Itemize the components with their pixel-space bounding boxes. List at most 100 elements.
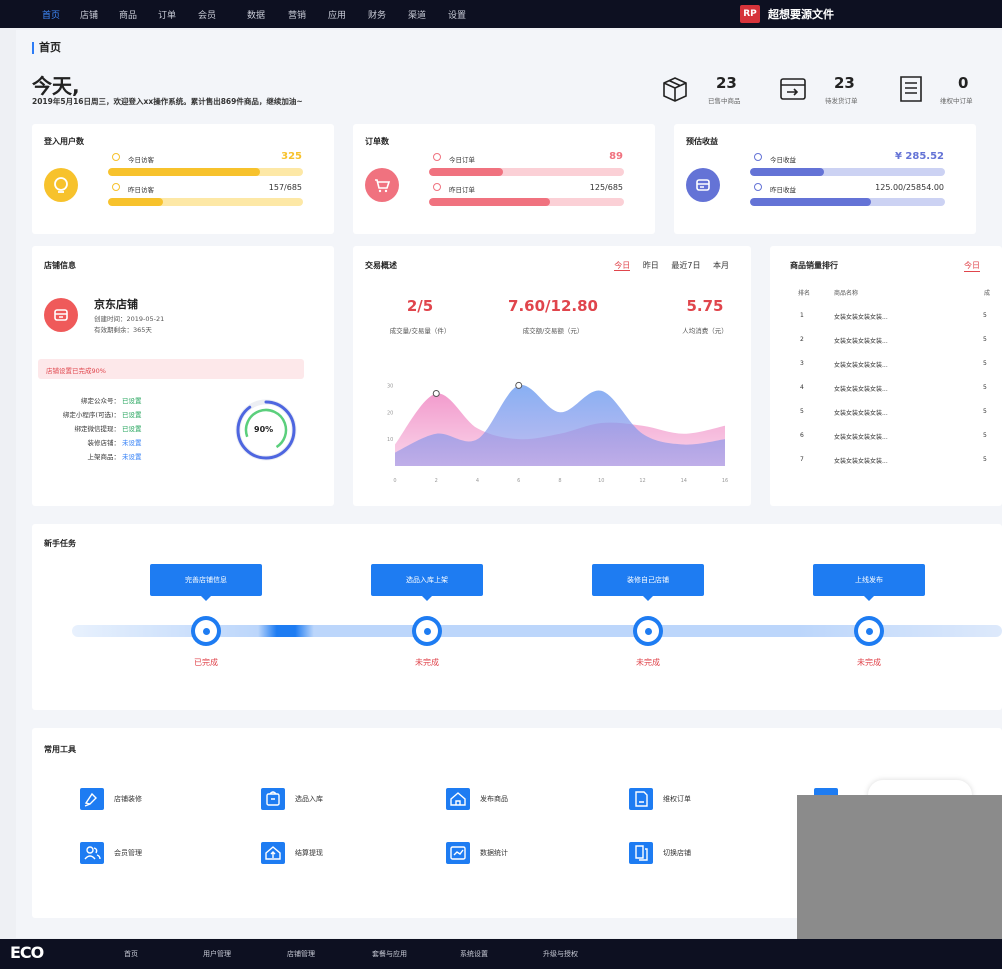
trade-tab-month[interactable]: 本月 (713, 261, 729, 270)
shop-setting-value[interactable]: 已设置 (122, 409, 142, 419)
task-node-inner (637, 620, 659, 642)
bottom-nav-users[interactable]: 用户管理 (203, 949, 231, 959)
eco-logo[interactable]: ECO (10, 943, 44, 962)
trade-tab-yesterday[interactable]: 昨日 (643, 261, 659, 270)
bottom-nav-plans[interactable]: 套餐与应用 (372, 949, 407, 959)
login-card-title: 登入用户数 (44, 137, 84, 146)
upload-house-icon (265, 846, 281, 860)
nav-home[interactable]: 首页 (42, 8, 60, 21)
tool-item[interactable]: 数据统计 (446, 842, 508, 864)
bottom-nav-home[interactable]: 首页 (124, 949, 138, 959)
task-node-inner (416, 620, 438, 642)
breadcrumb: 首页 (32, 42, 61, 54)
trade-kpi-volume: 2/5 成交量/交易量（件） (360, 297, 480, 335)
shop-card: 店铺信息 京东店铺 创建时间：2019-05-21 有效期剩余：365天 店铺设… (32, 246, 334, 506)
task-button[interactable]: 选品入库上架 (371, 564, 483, 601)
ranking-name[interactable]: 女装女装女装女装... (834, 312, 888, 321)
tool-item[interactable]: 维权订单 (629, 788, 691, 810)
task-button[interactable]: 上线发布 (813, 564, 925, 601)
ranking-rank: 2 (800, 336, 804, 343)
nav-settings[interactable]: 设置 (448, 8, 466, 21)
login-today-bar (108, 168, 303, 176)
nav-data[interactable]: 数据 (247, 8, 265, 21)
login-today-dot (112, 153, 120, 161)
task-status: 未完成 (415, 658, 439, 667)
ranking-tab-today[interactable]: 今日 (964, 260, 980, 272)
orders-card-title: 订单数 (365, 137, 389, 146)
bottom-nav-upgrade[interactable]: 升级与授权 (543, 949, 578, 959)
income-today-bar (750, 168, 945, 176)
login-card-circle (44, 168, 78, 202)
ranking-count: 5 (983, 408, 987, 415)
shop-card-title: 店铺信息 (44, 261, 76, 270)
series-peak-marker[interactable] (432, 389, 440, 397)
ranking-name[interactable]: 女装女装女装女装... (834, 336, 888, 345)
bottom-nav-system[interactable]: 系统设置 (460, 949, 488, 959)
ranking-name[interactable]: 女装女装女装女装... (834, 408, 888, 417)
tool-item[interactable]: 店铺装修 (80, 788, 142, 810)
tool-label: 发布商品 (480, 795, 508, 803)
task-status: 未完成 (857, 658, 881, 667)
kpi-value: 5.75 (686, 297, 724, 315)
kpi-label: 成交量/交易量（件） (389, 327, 451, 335)
ranking-name[interactable]: 女装女装女装女装... (834, 456, 888, 465)
ranking-count: 5 (983, 360, 987, 367)
ranking-rank: 5 (800, 408, 804, 415)
shop-setting-label: 绑定小程序(可选)： (62, 411, 120, 419)
cart-icon (375, 179, 391, 193)
orders-today-bar (429, 168, 624, 176)
tool-item[interactable]: 选品入库 (261, 788, 323, 810)
chart-box-icon (450, 846, 466, 860)
ranking-name[interactable]: 女装女装女装女装... (834, 360, 888, 369)
bottom-nav-shops[interactable]: 店铺管理 (287, 949, 315, 959)
ranking-name[interactable]: 女装女装女装女装... (834, 384, 888, 393)
shop-setting-value[interactable]: 未设置 (122, 437, 142, 447)
shop-setting-value[interactable]: 已设置 (122, 423, 142, 433)
stat-pending-label: 待发货订单 (825, 97, 858, 105)
orders-yesterday-dot (433, 183, 441, 191)
gray-overlay (797, 795, 1002, 939)
trade-area-chart: 0 2 4 6 8 10 12 14 16 30 20 10 (387, 381, 728, 484)
series-peak-marker[interactable] (515, 381, 523, 389)
task-node (191, 616, 221, 646)
brand: RP 超想要源文件 (740, 4, 834, 24)
nav-marketing[interactable]: 营销 (288, 8, 306, 21)
watermark: 闲鱼号 :撩睡要 (604, 866, 734, 887)
shop-setting-label: 绑定微信提现： (74, 425, 121, 433)
task-button[interactable]: 装修自己店铺 (592, 564, 704, 601)
nav-members[interactable]: 会员 (198, 8, 216, 21)
kpi-value: 2/5 (406, 297, 434, 315)
tool-icon-box (261, 788, 285, 810)
x-tick-label: 12 (639, 478, 645, 484)
x-tick-label: 16 (722, 478, 728, 484)
login-yesterday-fill (108, 198, 163, 206)
trade-tab-7days[interactable]: 最近7日 (671, 261, 700, 270)
kpi-label: 成交额/交易额（元） (522, 327, 584, 335)
nav-shop[interactable]: 店铺 (80, 8, 98, 21)
ranking-name[interactable]: 女装女装女装女装... (834, 432, 888, 441)
nav-finance[interactable]: 财务 (368, 8, 386, 21)
users-icon (84, 846, 101, 860)
shop-notice-text: 店铺设置已完成90% (46, 367, 106, 375)
nav-orders[interactable]: 订单 (158, 8, 176, 21)
orders-yesterday-value: 125/685 (589, 183, 623, 192)
tools-title: 常用工具 (44, 745, 76, 754)
orders-today-fill (429, 168, 504, 176)
trade-tab-today[interactable]: 今日 (614, 261, 631, 271)
nav-channels[interactable]: 渠道 (408, 8, 426, 21)
nav-goods[interactable]: 商品 (119, 8, 137, 21)
tool-item[interactable]: 发布商品 (446, 788, 508, 810)
x-tick-label: 14 (681, 478, 687, 484)
shop-setting-value[interactable]: 已设置 (122, 395, 142, 405)
shop-setting-value[interactable]: 未设置 (122, 451, 142, 461)
login-yesterday-value: 157/685 (268, 183, 302, 192)
ranking-rank: 1 (800, 312, 804, 319)
tool-item[interactable]: 切换店铺 (629, 842, 691, 864)
brand-title: 超想要源文件 (768, 8, 834, 21)
nav-apps[interactable]: 应用 (328, 8, 346, 21)
tool-item[interactable]: 会员管理 (80, 842, 142, 864)
task-button[interactable]: 完善店铺信息 (150, 564, 262, 601)
shop-validity: 有效期剩余：365天 (94, 326, 152, 334)
income-yesterday-dot (754, 183, 762, 191)
tool-item[interactable]: 结算提现 (261, 842, 323, 864)
